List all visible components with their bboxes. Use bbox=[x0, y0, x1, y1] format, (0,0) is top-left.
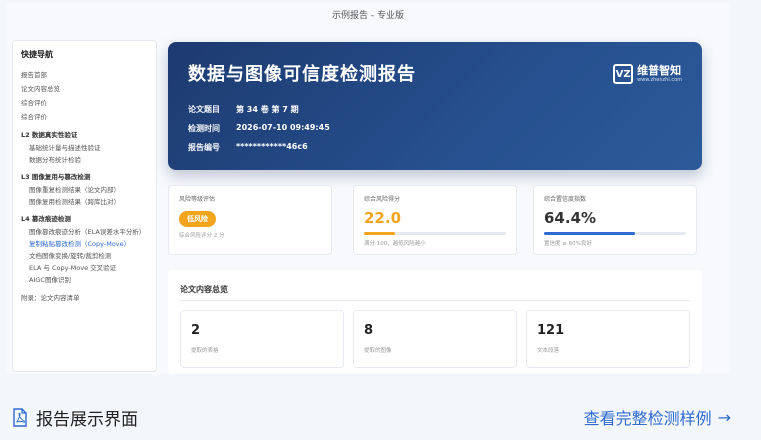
risk-level-card: 风险等级评估 低风险 综合风险评分 2 分 bbox=[168, 185, 332, 255]
sidebar-title: 快捷导航 bbox=[21, 50, 53, 59]
meta-key: 检测时间 bbox=[188, 124, 220, 133]
meta-value: 第 34 卷 第 7 期 bbox=[236, 105, 299, 114]
sidebar-subitem[interactable]: 文档图像变换/旋转/裁剪检测 bbox=[21, 250, 148, 262]
confidence-card: 综合置信度指数 64.4% 置信度 ≥ 60%良好 bbox=[533, 185, 697, 255]
stat-caption: 提取的表格 bbox=[191, 348, 219, 354]
stat-number: 121 bbox=[537, 323, 565, 338]
divider bbox=[180, 300, 690, 301]
confidence-bar bbox=[544, 232, 686, 235]
card-subtext: 满分 100，越低风险越小 bbox=[364, 241, 426, 247]
risk-score-bar bbox=[364, 232, 506, 235]
sidebar-subitem[interactable]: ELA 与 Copy-Move 交叉验证 bbox=[21, 262, 148, 274]
quick-nav-sidebar: 快捷导航 报告首部 论文内容总览 综合评价 综合评价 L2 数据真实性验证 基础… bbox=[12, 40, 157, 372]
card-label: 综合风险得分 bbox=[364, 196, 401, 203]
arrow-right-icon: → bbox=[717, 407, 731, 427]
risk-score-value: 22.0 bbox=[364, 209, 402, 227]
card-subtext: 综合风险评分 2 分 bbox=[179, 233, 225, 239]
card-label: 综合置信度指数 bbox=[544, 196, 587, 203]
stat-card-paragraphs: 121 文本段落 bbox=[526, 310, 690, 368]
meta-key: 报告编号 bbox=[188, 143, 220, 152]
sidebar-subitem-active[interactable]: 复制粘贴篡改检测（Copy-Move） bbox=[21, 238, 148, 250]
report-title: 数据与图像可信度检测报告 bbox=[188, 64, 416, 85]
stat-card-images: 8 提取的图像 bbox=[353, 310, 517, 368]
stat-caption: 提取的图像 bbox=[364, 348, 392, 354]
sidebar-item-evaluation-2[interactable]: 综合评价 bbox=[21, 110, 148, 124]
confidence-value: 64.4% bbox=[544, 209, 597, 227]
sidebar-section-l4[interactable]: L4 篡改痕迹检测 bbox=[21, 212, 148, 226]
stat-caption: 文本段落 bbox=[537, 348, 560, 354]
link-label: 查看完整检测样例 bbox=[583, 409, 712, 428]
content-overview-panel: 论文内容总览 2 提取的表格 8 提取的图像 121 文本段落 bbox=[168, 270, 702, 374]
risk-score-card: 综合风险得分 22.0 满分 100，越低风险越小 bbox=[353, 185, 517, 255]
brand-logo: VZ 维普智知 www.zhenzhi.com bbox=[613, 64, 682, 84]
section-label: 报告展示界面 bbox=[36, 410, 138, 430]
stat-card-tables: 2 提取的表格 bbox=[180, 310, 344, 368]
stat-number: 8 bbox=[364, 323, 374, 338]
section-caption: 报告展示界面 bbox=[12, 405, 138, 430]
sidebar-item-report-header[interactable]: 报告首部 bbox=[21, 68, 148, 82]
stat-number: 2 bbox=[191, 323, 201, 338]
card-label: 风险等级评估 bbox=[179, 196, 216, 203]
report-hero-banner: 数据与图像可信度检测报告 VZ 维普智知 www.zhenzhi.com 论文题… bbox=[168, 42, 702, 170]
logo-name: 维普智知 bbox=[637, 64, 682, 77]
logo-icon: VZ bbox=[613, 64, 634, 84]
pdf-file-icon bbox=[13, 408, 27, 427]
sidebar-item-evaluation[interactable]: 综合评价 bbox=[21, 96, 148, 110]
card-subtext: 置信度 ≥ 60%良好 bbox=[544, 241, 592, 247]
sidebar-subitem[interactable]: 数据分布统计检验 bbox=[21, 154, 148, 166]
meta-row-time: 检测时间 2026-07-10 09:49:45 bbox=[188, 123, 330, 134]
meta-row-title: 论文题目 第 34 卷 第 7 期 bbox=[188, 104, 299, 115]
overview-title: 论文内容总览 bbox=[180, 285, 228, 294]
sidebar-item-content-overview[interactable]: 论文内容总览 bbox=[21, 82, 148, 96]
sidebar-subitem[interactable]: 基础统计量与描述性验证 bbox=[21, 142, 148, 154]
sidebar-subitem[interactable]: 图像复用检测结果（跨库比对） bbox=[21, 196, 148, 208]
sidebar-item-appendix[interactable]: 附录：论文内容清单 bbox=[21, 292, 148, 304]
view-full-sample-link[interactable]: 查看完整检测样例 → bbox=[584, 405, 731, 429]
sidebar-subitem[interactable]: 图像重复检测结果（论文内部） bbox=[21, 184, 148, 196]
confidence-bar-fill bbox=[544, 232, 636, 235]
report-preview-frame: 示例报告 - 专业版 快捷导航 报告首部 论文内容总览 综合评价 综合评价 L2… bbox=[6, 2, 730, 374]
sidebar-section-l2[interactable]: L2 数据真实性验证 bbox=[21, 128, 148, 142]
sidebar-subitem[interactable]: 图像篡改痕迹分析（ELA误差水平分析） bbox=[21, 226, 148, 238]
frame-title: 示例报告 - 专业版 bbox=[332, 11, 404, 21]
meta-value: 2026-07-10 09:49:45 bbox=[236, 123, 330, 132]
logo-url: www.zhenzhi.com bbox=[637, 77, 682, 83]
risk-level-badge: 低风险 bbox=[179, 211, 216, 227]
meta-key: 论文题目 bbox=[188, 105, 220, 114]
risk-score-bar-fill bbox=[364, 232, 396, 235]
sidebar-subitem[interactable]: AIGC图像识别 bbox=[21, 274, 148, 286]
sidebar-section-l3[interactable]: L3 图像复用与篡改检测 bbox=[21, 170, 148, 184]
meta-value: ************46c6 bbox=[236, 142, 308, 151]
meta-row-id: 报告编号 ************46c6 bbox=[188, 142, 308, 153]
